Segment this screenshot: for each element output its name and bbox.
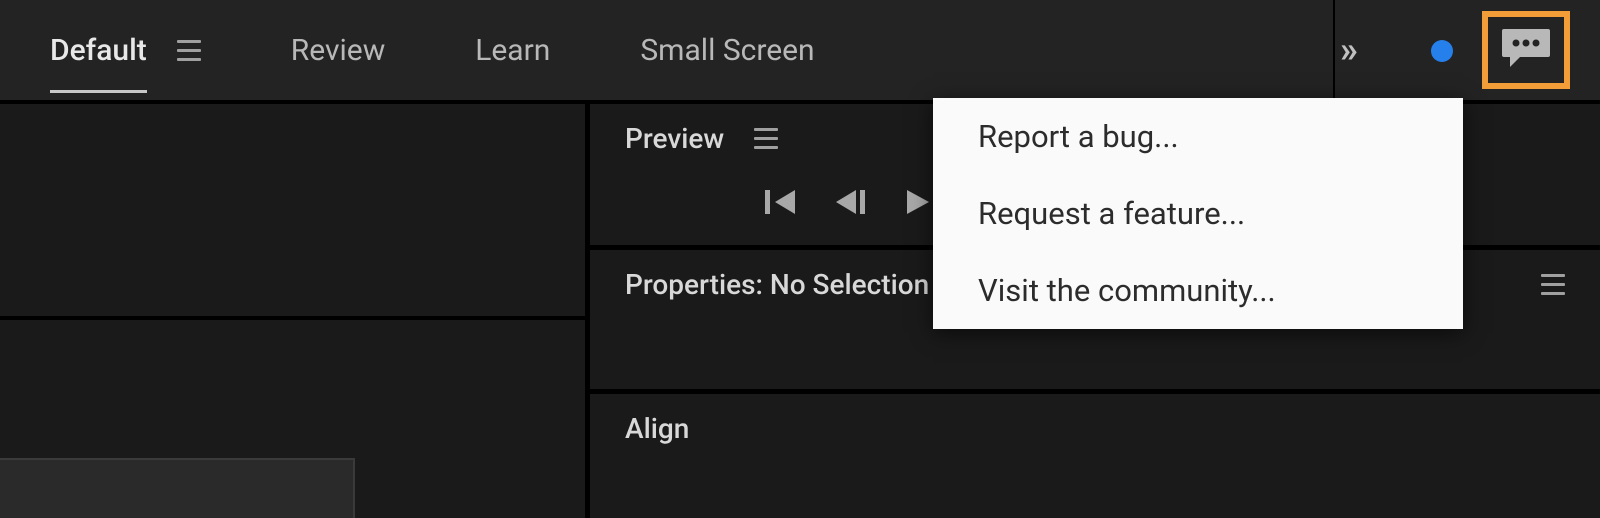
left-panel bbox=[0, 100, 590, 518]
toolbar-divider bbox=[1333, 0, 1335, 100]
workspace-bar: Default Review Learn Small Screen » bbox=[0, 0, 1600, 100]
menu-item-visit-community[interactable]: Visit the community... bbox=[933, 252, 1463, 329]
workspace-menu-icon[interactable] bbox=[177, 40, 201, 61]
align-header: Align bbox=[590, 394, 1600, 455]
workspace-tab-review[interactable]: Review bbox=[291, 23, 385, 78]
workspace-tab-default[interactable]: Default bbox=[50, 23, 147, 78]
preview-title: Preview bbox=[625, 122, 724, 155]
workspace-tab-small-screen[interactable]: Small Screen bbox=[640, 23, 814, 78]
workspace-tab-learn[interactable]: Learn bbox=[475, 23, 550, 78]
left-panel-tab[interactable] bbox=[0, 458, 355, 518]
panel-divider bbox=[0, 316, 585, 320]
notification-badge bbox=[1431, 40, 1453, 62]
workspace-default-group: Default bbox=[50, 23, 201, 78]
menu-item-report-bug[interactable]: Report a bug... bbox=[933, 98, 1463, 175]
previous-frame-icon[interactable] bbox=[834, 188, 868, 220]
preview-menu-icon[interactable] bbox=[754, 128, 778, 149]
play-icon[interactable] bbox=[903, 188, 931, 220]
labs-button[interactable] bbox=[1441, 33, 1457, 68]
feedback-dropdown: Report a bug... Request a feature... Vis… bbox=[933, 98, 1463, 329]
feedback-button[interactable] bbox=[1482, 11, 1570, 89]
overflow-icon[interactable]: » bbox=[1340, 29, 1356, 71]
align-title: Align bbox=[625, 412, 689, 445]
properties-menu-icon[interactable] bbox=[1541, 274, 1565, 295]
menu-item-request-feature[interactable]: Request a feature... bbox=[933, 175, 1463, 252]
align-panel: Align bbox=[590, 394, 1600, 455]
first-frame-icon[interactable] bbox=[765, 188, 799, 220]
properties-title: Properties: No Selection bbox=[625, 268, 929, 301]
speech-bubble-icon bbox=[1500, 27, 1552, 73]
toolbar-right: » bbox=[1340, 11, 1570, 89]
